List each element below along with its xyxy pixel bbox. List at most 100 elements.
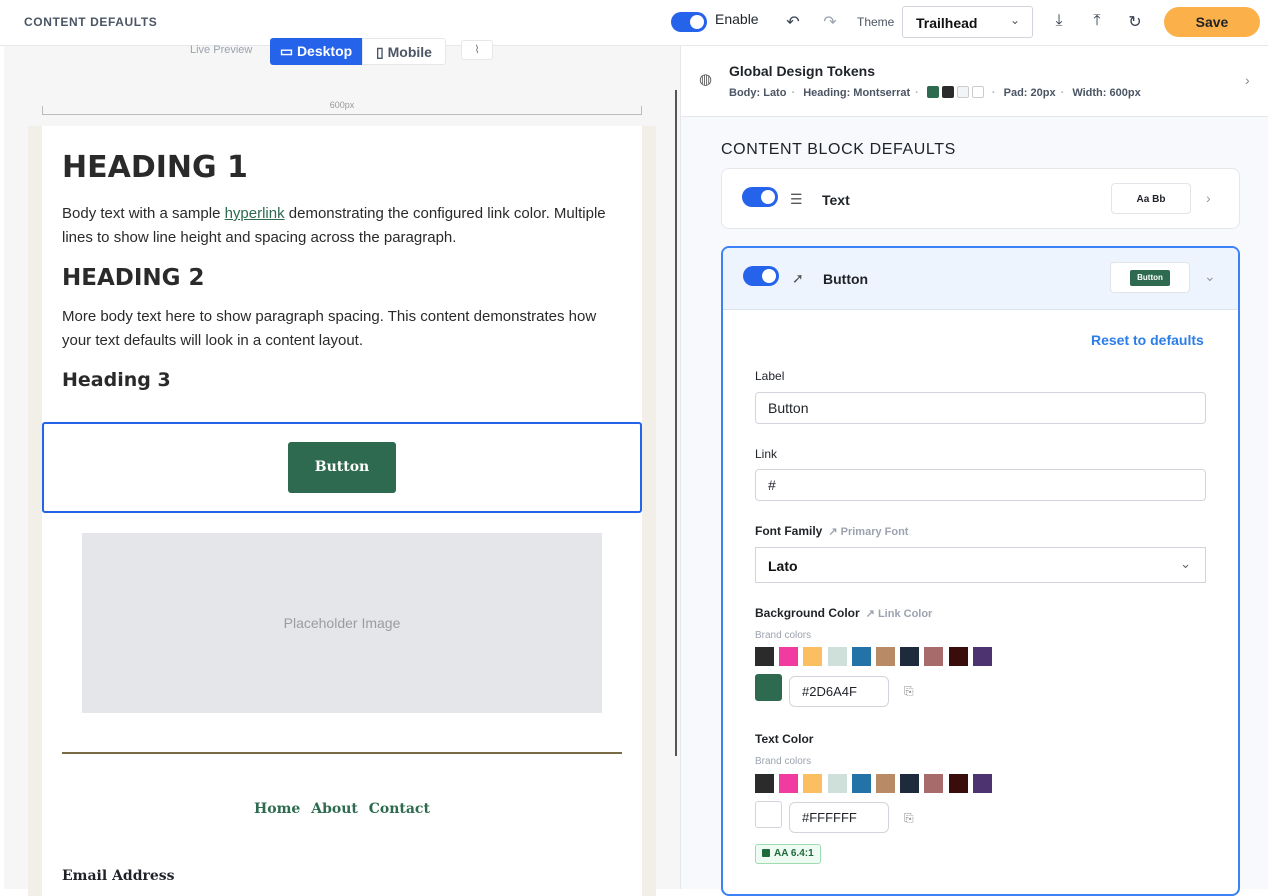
token-swatch [926,86,939,98]
upload-icon[interactable]: ⤒ [1087,12,1107,30]
brand-swatch[interactable] [948,774,968,793]
email-button[interactable]: Button [288,442,396,493]
enable-label: Enable [715,11,759,27]
heading-3: Heading 3 [62,369,171,391]
brand-swatch[interactable] [875,774,895,793]
paperclip-icon[interactable]: ⌇ [461,40,493,60]
chevron-down-icon: ⌄ [1180,556,1191,571]
label-field-label: Label [755,369,785,383]
token-swatch [956,86,969,98]
brand-swatch[interactable] [755,774,774,793]
mobile-icon: ▯ [376,44,384,60]
desktop-tab[interactable]: ▭ Desktop [270,38,362,65]
token-swatch [941,86,954,98]
text-block-label: Text [822,192,850,208]
token-swatch [971,86,984,98]
brand-swatch[interactable] [851,647,871,666]
brand-swatch[interactable] [755,647,774,666]
hyperlink[interactable]: hyperlink [225,205,285,222]
nav-link-about[interactable]: About [311,801,358,817]
brand-colors-label: Brand colors [755,756,812,767]
tokens-heading-font: Heading: Montserrat [803,87,911,99]
divider [62,752,622,754]
text-block-preview: Aa Bb [1111,183,1191,214]
button-block-toggle[interactable] [743,266,779,286]
undo-icon[interactable]: ↶ [783,12,803,32]
brand-swatch[interactable] [948,647,968,666]
chevron-right-icon: › [1206,190,1211,206]
reset-to-defaults-link[interactable]: Reset to defaults [1091,332,1204,348]
link-input[interactable] [755,469,1206,501]
chevron-right-icon: › [1245,72,1250,88]
brand-swatch[interactable] [779,647,799,666]
tokens-padding: Pad: 20px [1003,87,1056,99]
brand-swatch[interactable] [875,647,895,666]
font-family-select[interactable]: Lato ⌄ [755,547,1206,583]
contrast-badge: AA 6.4:1 [755,844,821,864]
bg-hex-input[interactable] [789,676,889,707]
text-block-toggle[interactable] [742,187,778,207]
bg-brand-swatches [755,647,997,666]
bg-current-swatch[interactable] [755,674,782,701]
brand-swatch[interactable] [803,647,823,666]
font-family-value: Lato [768,558,798,574]
clipboard-icon[interactable]: ⎘ [904,684,914,699]
brand-swatch[interactable] [900,774,920,793]
brand-swatch[interactable] [900,647,920,666]
tokens-width: Width: 600px [1072,87,1141,99]
theme-select[interactable]: Trailhead ⌄ [902,6,1033,38]
font-family-label: Font Family ↗ Primary Font [755,524,909,538]
label-input[interactable] [755,392,1206,424]
theme-value: Trailhead [916,15,978,31]
clipboard-icon[interactable]: ⎘ [904,811,914,826]
body-paragraph-1: Body text with a sample hyperlink demons… [62,205,606,246]
heading-1: HEADING 1 [62,150,248,185]
download-icon[interactable]: ⤓ [1049,12,1069,30]
globe-icon: ◍ [699,71,713,88]
enable-toggle[interactable] [671,12,707,32]
scrollbar[interactable] [675,90,677,756]
chevron-down-icon[interactable]: ⌄ [1204,268,1216,285]
brand-swatch[interactable] [924,647,944,666]
mobile-tab[interactable]: ▯ Mobile [362,38,446,65]
button-block-preview: Button [1110,262,1190,293]
global-tokens-row[interactable] [681,46,1268,117]
nav-link-home[interactable]: Home [254,801,300,817]
panel-edge [0,46,4,889]
cursor-pointer-icon: ➚ [792,270,804,286]
brand-swatch[interactable] [924,774,944,793]
text-lines-icon: ☰ [790,191,803,207]
width-ruler [42,106,642,115]
body-paragraph-2: More body text here to show paragraph sp… [62,308,597,349]
brand-swatch[interactable] [851,774,871,793]
link-color-ref[interactable]: ↗ Link Color [866,608,933,620]
text-current-swatch[interactable] [755,801,782,828]
primary-font-ref[interactable]: ↗ Primary Font [828,526,908,538]
brand-swatch[interactable] [779,774,799,793]
brand-swatch[interactable] [803,774,823,793]
text-hex-input[interactable] [789,802,889,833]
redo-icon[interactable]: ↷ [820,12,840,32]
button-block-label: Button [823,271,869,287]
reset-icon[interactable]: ↻ [1125,12,1145,32]
mobile-label: Mobile [387,44,432,60]
placeholder-image: Placeholder Image [82,533,602,713]
save-button[interactable]: Save [1164,7,1260,37]
text-brand-swatches [755,774,997,793]
brand-swatch[interactable] [827,774,847,793]
background-color-label: Background Color ↗ Link Color [755,606,933,620]
footer-nav: Home About Contact [42,801,642,817]
text-color-label: Text Color [755,732,814,746]
email-address-label: Email Address [62,868,175,884]
nav-link-contact[interactable]: Contact [369,801,430,817]
theme-label: Theme [857,15,895,29]
top-bar: CONTENT DEFAULTS [0,0,1268,46]
brand-colors-label: Brand colors [755,630,812,641]
brand-swatch[interactable] [972,774,992,793]
tokens-body-font: Body: Lato [729,87,787,99]
section-title: CONTENT BLOCK DEFAULTS [721,141,956,158]
brand-swatch[interactable] [827,647,847,666]
live-preview-label: Live Preview [190,44,253,56]
brand-swatch[interactable] [972,647,992,666]
button-preview-chip: Button [1130,270,1170,287]
